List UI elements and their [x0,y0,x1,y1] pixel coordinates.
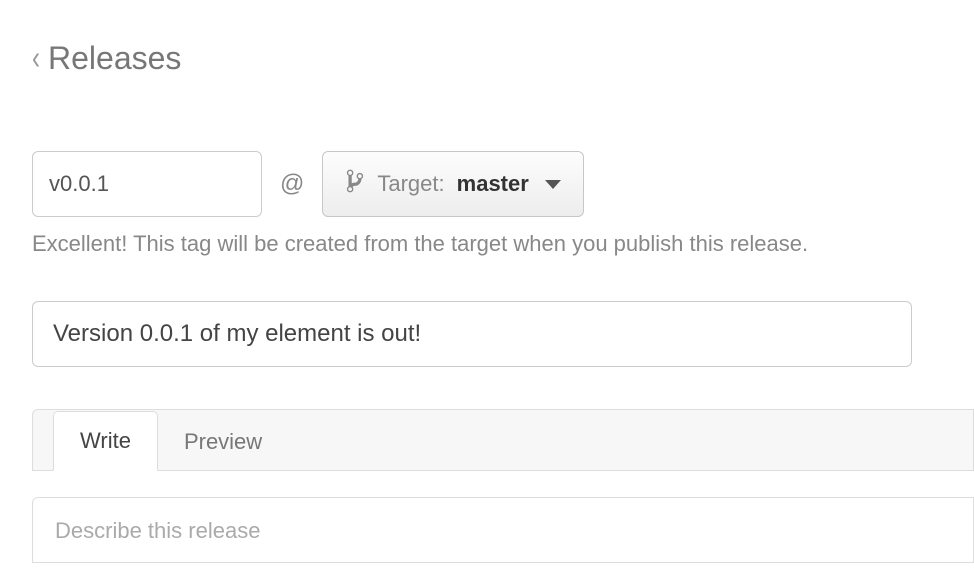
chevron-left-icon: ‹ [32,39,40,78]
target-label: Target: [377,171,444,197]
target-value: master [457,171,529,197]
target-branch-dropdown[interactable]: Target: master [322,151,583,217]
tag-version-input[interactable] [32,151,262,217]
tab-preview[interactable]: Preview [158,413,288,471]
release-title-input[interactable] [32,301,912,367]
branch-icon [345,168,365,200]
page-title: Releases [48,40,181,77]
at-symbol: @ [280,170,304,198]
tag-target-row: @ Target: master [32,151,942,217]
tab-write[interactable]: Write [53,411,158,471]
editor-tab-bar: Write Preview [32,409,974,471]
releases-back-link[interactable]: ‹ Releases [32,40,942,77]
release-description-input[interactable] [32,497,974,563]
caret-down-icon [545,180,561,189]
tag-hint-text: Excellent! This tag will be created from… [32,231,942,257]
